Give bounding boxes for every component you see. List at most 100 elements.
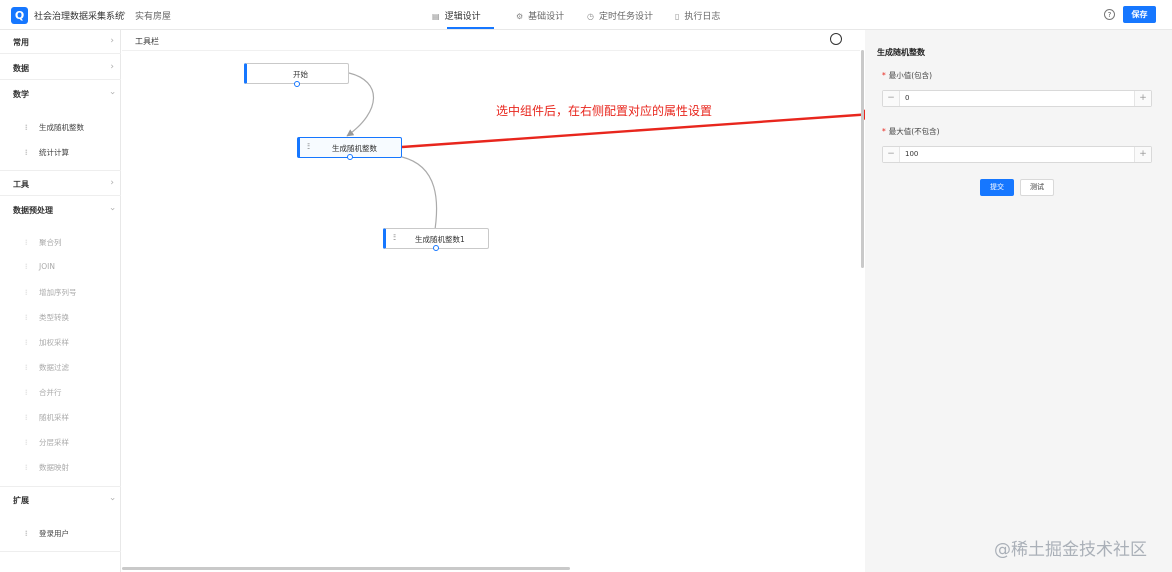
flow-canvas[interactable]: 开始 ⫶⫶ 生成随机整数 ⫶⫶ 生成随机整数1 xyxy=(122,51,860,566)
divider xyxy=(0,170,121,171)
horizontal-scrollbar[interactable] xyxy=(122,567,570,570)
breadcrumb-separator: › xyxy=(122,8,126,19)
tab-label: 逻辑设计 xyxy=(444,12,481,22)
sidebar-category-preprocessing[interactable]: 数据预处理 › xyxy=(0,198,121,222)
sidebar-item-stratified-sampling[interactable]: ⫶⫶ 分层采样 xyxy=(25,437,69,448)
decrement-button[interactable]: − xyxy=(883,147,900,162)
category-label: 常用 xyxy=(13,38,29,47)
field-label-text: 最大值(不包含) xyxy=(888,127,940,136)
tab-execution-log[interactable]: ▯ 执行日志 xyxy=(675,9,720,22)
edge-start-to-random xyxy=(346,72,374,137)
sliders-icon: ⫶⫶ xyxy=(25,464,28,472)
sidebar-item-statistics[interactable]: ⫶⫶ 统计计算 xyxy=(25,147,69,158)
panel-title: 生成随机整数 xyxy=(877,48,925,57)
sidebar-item-type-conversion[interactable]: ⫶⫶ 类型转换 xyxy=(25,312,69,323)
document-icon: ▤ xyxy=(432,12,440,21)
item-label: 分层采样 xyxy=(39,438,69,447)
node-label: 生成随机整数 xyxy=(332,144,377,153)
tab-basic-design[interactable]: ⚙ 基础设计 xyxy=(516,9,564,22)
sidebar-item-random-integer[interactable]: ⫶⫶ 生成随机整数 xyxy=(25,122,84,133)
active-tab-indicator xyxy=(447,27,494,29)
chevron-down-icon: › xyxy=(107,497,118,501)
app-title[interactable]: 社会治理数据采集系统 xyxy=(34,9,124,22)
max-value-label: * 最大值(不包含) xyxy=(882,126,940,137)
tab-logic-design[interactable]: ▤ 逻辑设计 xyxy=(432,9,481,22)
sidebar-item-aggregate-column[interactable]: ⫶⫶ 聚合列 xyxy=(25,237,62,248)
sliders-icon: ⫶⫶ xyxy=(307,142,310,151)
sidebar-category-data[interactable]: 数据 › xyxy=(0,56,121,80)
field-label-text: 最小值(包含) xyxy=(888,71,933,80)
item-label: 统计计算 xyxy=(39,148,69,157)
chevron-right-icon: › xyxy=(110,36,114,46)
item-label: 加权采样 xyxy=(39,338,69,347)
divider xyxy=(0,551,121,552)
app-logo-icon[interactable]: Q xyxy=(11,7,28,24)
category-label: 数据预处理 xyxy=(13,206,53,215)
sliders-icon: ⫶⫶ xyxy=(25,339,28,347)
sliders-icon: ⫶⫶ xyxy=(25,124,28,132)
tab-label: 基础设计 xyxy=(528,12,565,22)
sidebar-item-data-filter[interactable]: ⫶⫶ 数据过滤 xyxy=(25,362,69,373)
top-bar: Q 社会治理数据采集系统 › 实有房屋 ▤ 逻辑设计 ⚙ 基础设计 ◷ 定时任务设计 … xyxy=(0,0,1172,30)
submit-button[interactable]: 提交 xyxy=(980,179,1014,196)
category-label: 数学 xyxy=(13,90,29,99)
sidebar-item-weighted-sampling[interactable]: ⫶⫶ 加权采样 xyxy=(25,337,69,348)
divider xyxy=(0,486,121,487)
sliders-icon: ⫶⫶ xyxy=(25,289,28,297)
edge-random-to-random1 xyxy=(401,156,439,237)
chevron-down-icon: › xyxy=(107,207,118,211)
node-output-port[interactable] xyxy=(433,245,439,251)
component-sidebar: 常用 › 数据 › 数学 › ⫶⫶ 生成随机整数 ⫶⫶ 统计计算 工具 › 数据预处… xyxy=(0,30,121,572)
item-label: 类型转换 xyxy=(39,313,69,322)
sidebar-item-random-sampling[interactable]: ⫶⫶ 随机采样 xyxy=(25,412,69,423)
max-value-input[interactable]: 100 xyxy=(905,150,918,158)
tab-scheduled-task-design[interactable]: ◷ 定时任务设计 xyxy=(587,9,653,22)
item-label: 登录用户 xyxy=(39,529,69,538)
max-value-stepper[interactable]: − 100 + xyxy=(882,146,1152,163)
gear-icon: ⚙ xyxy=(516,12,524,21)
test-button[interactable]: 测试 xyxy=(1020,179,1054,196)
node-label: 开始 xyxy=(293,70,308,79)
canvas-toolbar: 工具栏 xyxy=(122,30,860,51)
sidebar-item-merge-rows[interactable]: ⫶⫶ 合并行 xyxy=(25,387,62,398)
sliders-icon: ⫶⫶ xyxy=(25,364,28,372)
sliders-icon: ⫶⫶ xyxy=(25,314,28,322)
item-label: 随机采样 xyxy=(39,413,69,422)
sidebar-category-common[interactable]: 常用 › xyxy=(0,30,121,54)
sidebar-item-add-sequence[interactable]: ⫶⫶ 增加序列号 xyxy=(25,287,77,298)
increment-button[interactable]: + xyxy=(1134,147,1151,162)
sidebar-category-math[interactable]: 数学 › xyxy=(0,82,121,106)
sliders-icon: ⫶⫶ xyxy=(25,414,28,422)
sidebar-item-data-mapping[interactable]: ⫶⫶ 数据映射 xyxy=(25,462,69,473)
increment-button[interactable]: + xyxy=(1134,91,1151,106)
category-label: 工具 xyxy=(13,180,29,189)
min-value-input[interactable]: 0 xyxy=(905,94,909,102)
help-icon[interactable]: ? xyxy=(1104,9,1115,20)
sidebar-item-join[interactable]: ⫶⫶ JOIN xyxy=(25,262,55,272)
chevron-down-icon: › xyxy=(107,91,118,95)
min-value-label: * 最小值(包含) xyxy=(882,70,932,81)
sliders-icon: ⫶⫶ xyxy=(25,239,28,247)
chart-icon[interactable] xyxy=(830,33,842,45)
min-value-stepper[interactable]: − 0 + xyxy=(882,90,1152,107)
node-output-port[interactable] xyxy=(347,154,353,160)
item-label: 聚合列 xyxy=(39,238,62,247)
sidebar-category-extension[interactable]: 扩展 › xyxy=(0,488,121,512)
breadcrumb[interactable]: 实有房屋 xyxy=(135,9,171,22)
node-label: 生成随机整数1 xyxy=(415,235,465,244)
vertical-scrollbar[interactable] xyxy=(861,50,864,268)
category-label: 扩展 xyxy=(13,496,29,505)
node-output-port[interactable] xyxy=(294,81,300,87)
item-label: 增加序列号 xyxy=(39,288,77,297)
required-mark: * xyxy=(882,71,886,80)
annotation-text: 选中组件后，在右侧配置对应的属性设置 xyxy=(496,104,713,118)
connections-layer xyxy=(346,72,439,237)
sliders-icon: ⫶⫶ xyxy=(25,389,28,397)
clock-icon: ◷ xyxy=(587,12,594,21)
sidebar-item-login-user[interactable]: ⫶⫶ 登录用户 xyxy=(25,528,69,539)
item-label: 生成随机整数 xyxy=(39,123,84,132)
decrement-button[interactable]: − xyxy=(883,91,900,106)
chevron-right-icon: › xyxy=(110,62,114,72)
sidebar-category-tools[interactable]: 工具 › xyxy=(0,172,121,196)
save-button[interactable]: 保存 xyxy=(1123,6,1156,23)
